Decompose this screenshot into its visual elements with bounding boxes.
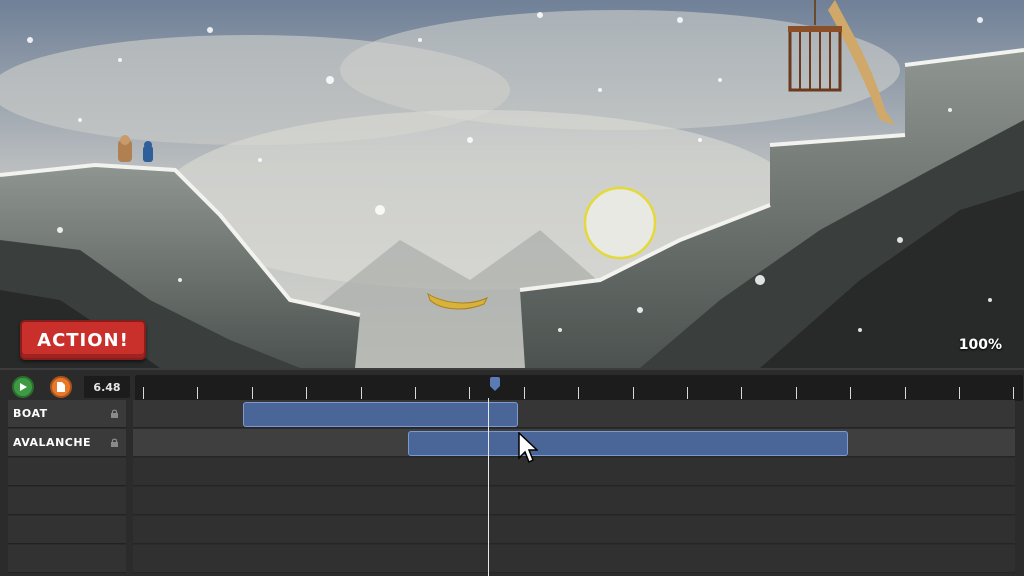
boat-clip[interactable] [243,402,518,427]
ruler-tick [415,387,416,399]
track-row-empty [133,516,1015,544]
track-row-avalanche [133,429,1015,457]
play-icon [20,383,27,391]
scene-artwork [0,0,1024,368]
track-row-empty [133,487,1015,515]
timeline-toolbar: 6.48 [8,374,1023,401]
track-label-boat[interactable]: BOAT [8,400,126,428]
lock-icon[interactable] [110,438,119,447]
playhead-line [488,398,489,576]
time-readout: 6.48 [84,376,130,398]
ruler-tick [251,387,253,399]
track-label-empty [8,545,126,573]
ruler-tick [360,387,362,399]
track-labels: BOAT AVALANCHE [8,400,126,574]
track-row-boat [133,400,1015,428]
track-label-empty [8,487,126,515]
ruler-tick [523,387,525,399]
avalanche-snowball [583,186,657,260]
track-label-empty [8,458,126,486]
ruler-tick [306,387,308,399]
ruler-tick [687,387,688,399]
ruler-tick [143,387,144,399]
track-label-text: BOAT [13,407,48,420]
ruler-tick [741,387,743,399]
playhead-handle[interactable] [490,377,500,391]
document-icon [57,382,65,392]
zoom-level: 100% [958,337,1002,353]
action-button[interactable]: ACTION! [20,320,146,360]
timeline-editor: 6.48 BOAT AVALANCHE [0,368,1024,576]
ruler-tick [850,387,852,399]
game-scene: ACTION! 100% [0,0,1024,368]
track-row-empty [133,545,1015,573]
track-label-empty [8,516,126,544]
ruler-tick [1013,387,1015,399]
ruler-tick [578,387,580,399]
track-row-empty [133,458,1015,486]
play-button[interactable] [12,376,34,398]
track-area [133,400,1015,574]
track-label-text: AVALANCHE [13,436,92,449]
ruler-tick [197,387,199,399]
timeline-ruler[interactable] [135,375,1023,401]
ruler-tick [959,387,960,399]
avalanche-clip[interactable] [408,431,848,456]
mouse-cursor-icon [518,432,538,464]
ruler-tick [795,387,797,399]
lock-icon[interactable] [110,409,119,418]
track-label-avalanche[interactable]: AVALANCHE [8,429,126,457]
ruler-tick [469,387,471,399]
document-button[interactable] [50,376,72,398]
ruler-tick [632,387,634,399]
ruler-tick [904,387,906,399]
